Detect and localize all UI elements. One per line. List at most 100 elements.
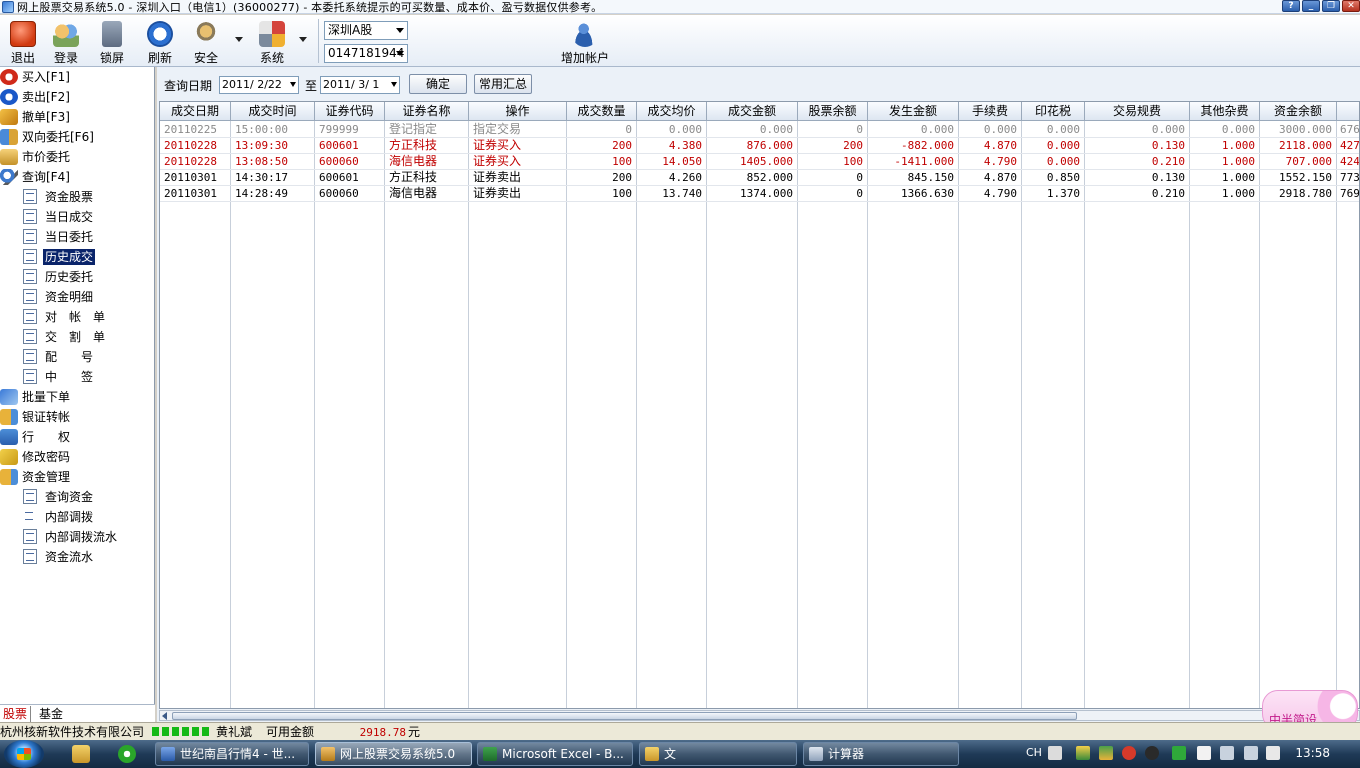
market-app-icon bbox=[161, 747, 175, 761]
account-select[interactable]: 0147181944 bbox=[324, 44, 408, 63]
task-excel[interactable]: Microsoft Excel - B... bbox=[477, 742, 633, 766]
column-header[interactable]: 其他杂费 bbox=[1190, 102, 1260, 121]
sidebar-item-exercise[interactable]: 行 权 bbox=[0, 427, 150, 447]
task-folder[interactable]: 文 bbox=[639, 742, 797, 766]
language-indicator[interactable]: CH bbox=[1026, 746, 1042, 762]
sidebar-item-query[interactable]: 查询[F4] bbox=[0, 167, 150, 187]
volume-icon[interactable] bbox=[1266, 746, 1280, 760]
exit-button[interactable]: 退出 bbox=[0, 19, 46, 65]
column-header[interactable]: 交易规费 bbox=[1085, 102, 1190, 121]
column-header[interactable]: 成交金额 bbox=[707, 102, 798, 121]
column-header[interactable]: 操作 bbox=[469, 102, 567, 121]
sidebar-item-batch-order[interactable]: 批量下单 bbox=[0, 387, 150, 407]
ime-icon[interactable] bbox=[1048, 746, 1062, 760]
restore-button[interactable]: ❐ bbox=[1322, 0, 1340, 12]
sidebar-item-cancel[interactable]: 撤单[F3] bbox=[0, 107, 150, 127]
security-dropdown-arrow-icon[interactable] bbox=[235, 37, 243, 42]
sidebar-item-bank-transfer[interactable]: 银证转帐 bbox=[0, 407, 150, 427]
taskbar: 世纪南昌行情4 - 世... 网上股票交易系统5.0 Microsoft Exc… bbox=[0, 740, 1360, 768]
sidebar-item-delivery[interactable]: 交 割 单 bbox=[0, 327, 150, 347]
sidebar-item-history-trades[interactable]: 历史成交 bbox=[0, 247, 150, 267]
column-header[interactable]: 股票余额 bbox=[798, 102, 868, 121]
system-dropdown-arrow-icon[interactable] bbox=[299, 37, 307, 42]
sidebar-item-sell[interactable]: 卖出[F2] bbox=[0, 87, 150, 107]
sidebar-item-internal-transfer-log[interactable]: 内部调拨流水 bbox=[0, 527, 150, 547]
column-header[interactable]: 发生金额 bbox=[868, 102, 959, 121]
column-header[interactable]: 成交数量 bbox=[567, 102, 637, 121]
summary-button[interactable]: 常用汇总 bbox=[474, 74, 532, 94]
horizontal-scrollbar[interactable] bbox=[159, 710, 1360, 721]
table-row[interactable]: 20110301 14:30:17 600601 方正科技 证券卖出 200 4… bbox=[160, 170, 1359, 186]
sidebar-item-market-order[interactable]: 市价委托 bbox=[0, 147, 150, 167]
sidebar-item-fund-details[interactable]: 资金明细 bbox=[0, 287, 150, 307]
network-icon[interactable] bbox=[1244, 746, 1258, 760]
usb-icon[interactable] bbox=[1220, 746, 1234, 760]
task-calculator[interactable]: 计算器 bbox=[803, 742, 959, 766]
lock-icon bbox=[102, 21, 122, 47]
end-date-picker[interactable]: 2011/ 3/ 1 bbox=[320, 76, 400, 94]
bank-transfer-icon bbox=[0, 409, 18, 425]
sidebar-item-buy[interactable]: 买入[F1] bbox=[0, 67, 150, 87]
column-header[interactable]: 证券代码 bbox=[315, 102, 385, 121]
document-icon bbox=[23, 369, 37, 384]
add-account-button[interactable]: 增加帐户 bbox=[558, 19, 612, 65]
login-button[interactable]: 登录 bbox=[43, 19, 89, 65]
table-row[interactable]: 20110301 14:28:49 600060 海信电器 证券卖出 100 1… bbox=[160, 186, 1359, 202]
sidebar-item-change-password[interactable]: 修改密码 bbox=[0, 447, 150, 467]
refresh-button[interactable]: 刷新 bbox=[137, 19, 183, 65]
sidebar-item-history-orders[interactable]: 历史委托 bbox=[0, 267, 150, 287]
column-header[interactable]: 印花税 bbox=[1022, 102, 1085, 121]
folder-icon[interactable] bbox=[72, 745, 90, 763]
table-row[interactable]: 20110228 13:08:50 600060 海信电器 证券买入 100 1… bbox=[160, 154, 1359, 170]
sidebar-item-dual-order[interactable]: 双向委托[F6] bbox=[0, 127, 150, 147]
column-header[interactable]: 成交均价 bbox=[637, 102, 707, 121]
sidebar-item-today-trades[interactable]: 当日成交 bbox=[0, 207, 150, 227]
column-header[interactable]: 手续费 bbox=[959, 102, 1022, 121]
network-tool-icon[interactable] bbox=[1099, 746, 1113, 760]
column-header[interactable]: 成交日期 bbox=[160, 102, 231, 121]
tab-funds[interactable]: 基金 bbox=[36, 706, 66, 722]
minimize-button[interactable]: _ bbox=[1302, 0, 1320, 12]
column-header[interactable] bbox=[1337, 102, 1359, 121]
column-header[interactable]: 资金余额 bbox=[1260, 102, 1337, 121]
column-header[interactable]: 成交时间 bbox=[231, 102, 315, 121]
window-controls: ? _ ❐ ✕ bbox=[1280, 0, 1360, 13]
sidebar-item-query-funds[interactable]: 查询资金 bbox=[0, 487, 150, 507]
sidebar-item-today-orders[interactable]: 当日委托 bbox=[0, 227, 150, 247]
sidebar-item-funds-stocks[interactable]: 资金股票 bbox=[0, 187, 150, 207]
scrollbar-thumb[interactable] bbox=[172, 712, 1077, 720]
sidebar-item-fund-flow[interactable]: 资金流水 bbox=[0, 547, 150, 567]
market-order-icon bbox=[0, 149, 18, 165]
table-row[interactable]: 20110228 13:09:30 600601 方正科技 证券买入 200 4… bbox=[160, 138, 1359, 154]
flag-icon[interactable] bbox=[1197, 746, 1211, 760]
confirm-button[interactable]: 确定 bbox=[409, 74, 467, 94]
sidebar-item-internal-transfer[interactable]: 内部调拨 bbox=[0, 507, 150, 527]
add-account-icon bbox=[572, 21, 598, 47]
qq-icon[interactable] bbox=[1145, 746, 1159, 760]
history-trades-table[interactable]: 成交日期 成交时间 证券代码 证券名称 操作 成交数量 成交均价 成交金额 股票… bbox=[159, 101, 1360, 709]
update-icon[interactable] bbox=[1172, 746, 1186, 760]
sidebar-item-fund-management[interactable]: 资金管理 bbox=[0, 467, 150, 487]
security-button[interactable]: 安全 bbox=[183, 19, 229, 65]
task-trading-system[interactable]: 网上股票交易系统5.0 bbox=[315, 742, 472, 766]
system-button[interactable]: 系统 bbox=[249, 19, 295, 65]
start-date-picker[interactable]: 2011/ 2/22 bbox=[219, 76, 299, 94]
sidebar-item-statement[interactable]: 对 帐 单 bbox=[0, 307, 150, 327]
help-icon[interactable]: ? bbox=[1282, 0, 1300, 12]
task-market-app[interactable]: 世纪南昌行情4 - 世... bbox=[155, 742, 309, 766]
clock[interactable]: 13:58 bbox=[1295, 746, 1330, 760]
market-select[interactable]: 深圳A股 bbox=[324, 21, 408, 40]
antivirus-icon[interactable] bbox=[1122, 746, 1136, 760]
start-button[interactable] bbox=[4, 740, 44, 768]
table-row[interactable]: 20110225 15:00:00 799999 登记指定 指定交易 0 0.0… bbox=[160, 122, 1359, 138]
sidebar-item-lottery[interactable]: 中 签 bbox=[0, 367, 150, 387]
toolbar: 退出 登录 锁屏 刷新 安全 系统 深圳A股 0147181944 增加帐户 bbox=[0, 15, 1360, 67]
column-header[interactable]: 证券名称 bbox=[385, 102, 469, 121]
browser-icon[interactable] bbox=[118, 745, 136, 763]
sidebar-item-allotment[interactable]: 配 号 bbox=[0, 347, 150, 367]
lock-screen-button[interactable]: 锁屏 bbox=[89, 19, 135, 65]
tab-stocks[interactable]: 股票 bbox=[0, 706, 32, 722]
security-shield-icon[interactable] bbox=[1076, 746, 1090, 760]
close-button[interactable]: ✕ bbox=[1342, 0, 1360, 12]
scroll-left-icon[interactable] bbox=[162, 712, 167, 720]
